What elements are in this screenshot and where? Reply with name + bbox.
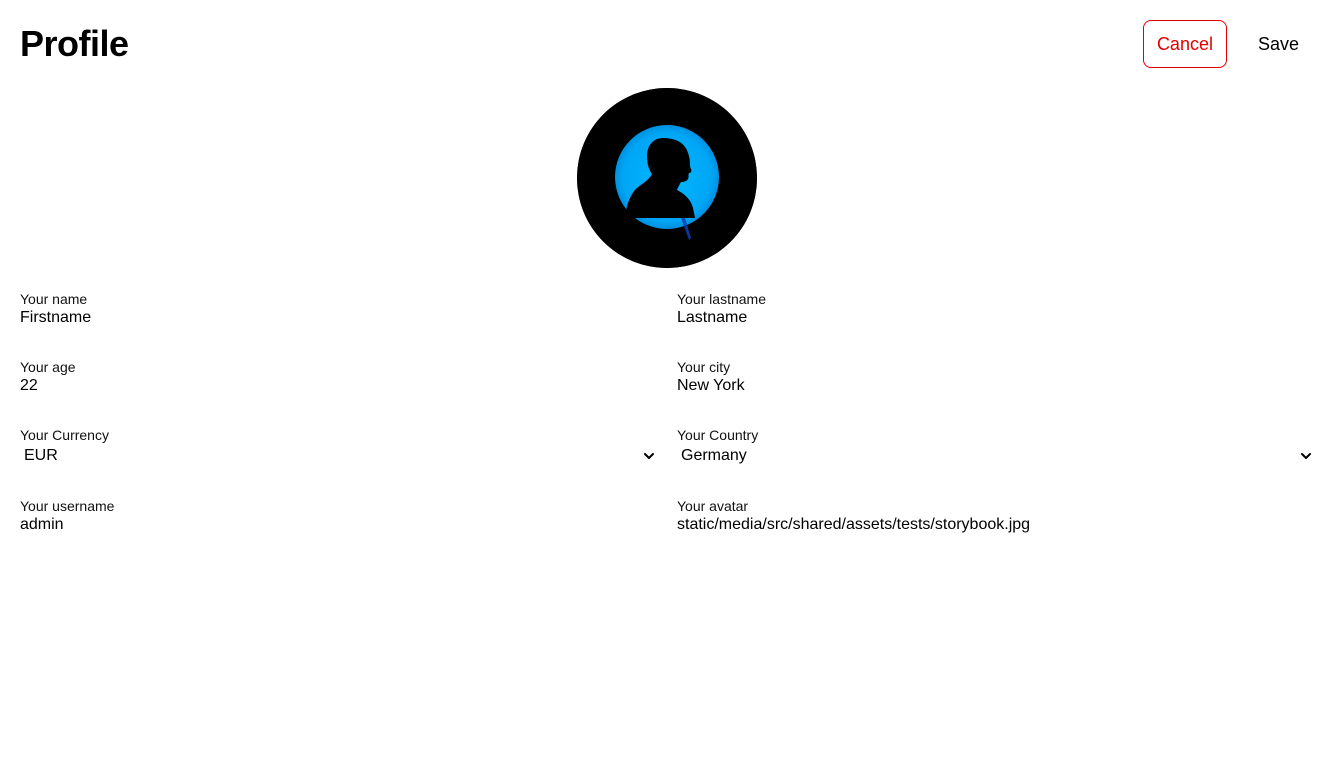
header-actions: Cancel Save <box>1142 20 1314 68</box>
name-label: Your name <box>20 291 88 307</box>
avatar-url-input[interactable] <box>677 516 1314 534</box>
save-button[interactable]: Save <box>1242 20 1314 68</box>
username-label: Your username <box>20 498 115 514</box>
age-label: Your age <box>20 359 76 375</box>
age-field: Your age <box>20 358 657 426</box>
name-input[interactable] <box>20 309 657 327</box>
city-label: Your city <box>677 359 731 375</box>
cancel-button[interactable]: Cancel <box>1142 20 1227 68</box>
name-field: Your name <box>20 290 657 358</box>
person-silhouette-icon <box>577 88 757 268</box>
city-field: Your city <box>677 358 1314 426</box>
avatar-field: Your avatar <box>677 497 1314 565</box>
username-field: Your username <box>20 497 657 565</box>
country-selected-value: Germany <box>681 447 747 464</box>
country-field: Your Country Germany <box>677 426 1314 497</box>
chevron-down-icon <box>644 453 654 459</box>
currency-selected-value: EUR <box>24 447 58 464</box>
avatar-label: Your avatar <box>677 498 749 514</box>
lastname-input[interactable] <box>677 309 1314 327</box>
country-select[interactable]: Germany <box>677 446 1314 466</box>
city-input[interactable] <box>677 377 1314 395</box>
currency-label: Your Currency <box>20 427 109 443</box>
chevron-down-icon <box>1301 453 1311 459</box>
page-title: Profile <box>20 23 129 64</box>
profile-header: Profile Cancel Save <box>20 20 1314 68</box>
age-input[interactable] <box>20 377 657 395</box>
lastname-label: Your lastname <box>677 291 766 307</box>
username-input[interactable] <box>20 516 657 534</box>
avatar <box>577 88 757 268</box>
currency-field: Your Currency EUR <box>20 426 657 497</box>
country-label: Your Country <box>677 427 759 443</box>
currency-select[interactable]: EUR <box>20 446 657 466</box>
lastname-field: Your lastname <box>677 290 1314 358</box>
profile-form: Your name Your lastname Your age Your ci… <box>20 290 1314 565</box>
